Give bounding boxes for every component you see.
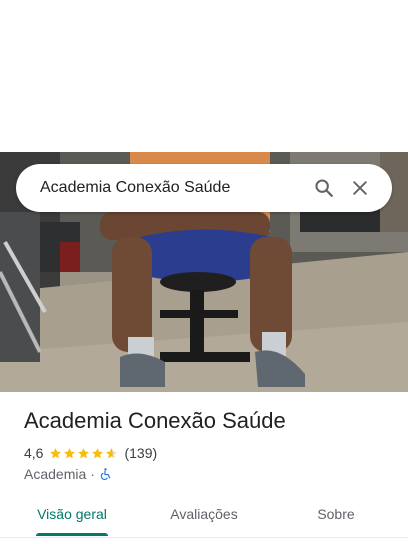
- star-icon: [92, 447, 104, 458]
- separator-dot: ·: [90, 466, 95, 482]
- wheelchair-icon: [100, 468, 111, 480]
- star-half-icon: [106, 447, 118, 458]
- tab-about[interactable]: Sobre: [296, 494, 376, 534]
- star-icon: [50, 447, 62, 458]
- search-button[interactable]: [306, 170, 342, 206]
- place-tabs: Visão geral Avaliações Sobre: [0, 494, 408, 538]
- search-bar[interactable]: Academia Conexão Saúde: [16, 164, 392, 212]
- star-icon: [78, 447, 90, 458]
- rating-row[interactable]: 4,6 (139): [24, 444, 157, 462]
- tab-reviews[interactable]: Avaliações: [152, 494, 256, 534]
- active-tab-indicator: [36, 533, 108, 536]
- star-icon: [64, 447, 76, 458]
- search-icon: [315, 179, 333, 197]
- rating-stars: [49, 447, 119, 460]
- close-icon: [353, 181, 367, 195]
- place-category: Academia: [24, 466, 87, 482]
- search-input[interactable]: Academia Conexão Saúde: [40, 179, 306, 197]
- place-title: Academia Conexão Saúde: [24, 408, 286, 433]
- map-blank-area: [0, 0, 408, 152]
- category-row: Academia ·: [24, 465, 112, 483]
- rating-value: 4,6: [24, 445, 44, 461]
- tabs-divider: [0, 537, 408, 538]
- review-count[interactable]: (139): [124, 445, 157, 461]
- close-button[interactable]: [342, 170, 378, 206]
- tab-overview[interactable]: Visão geral: [24, 494, 120, 534]
